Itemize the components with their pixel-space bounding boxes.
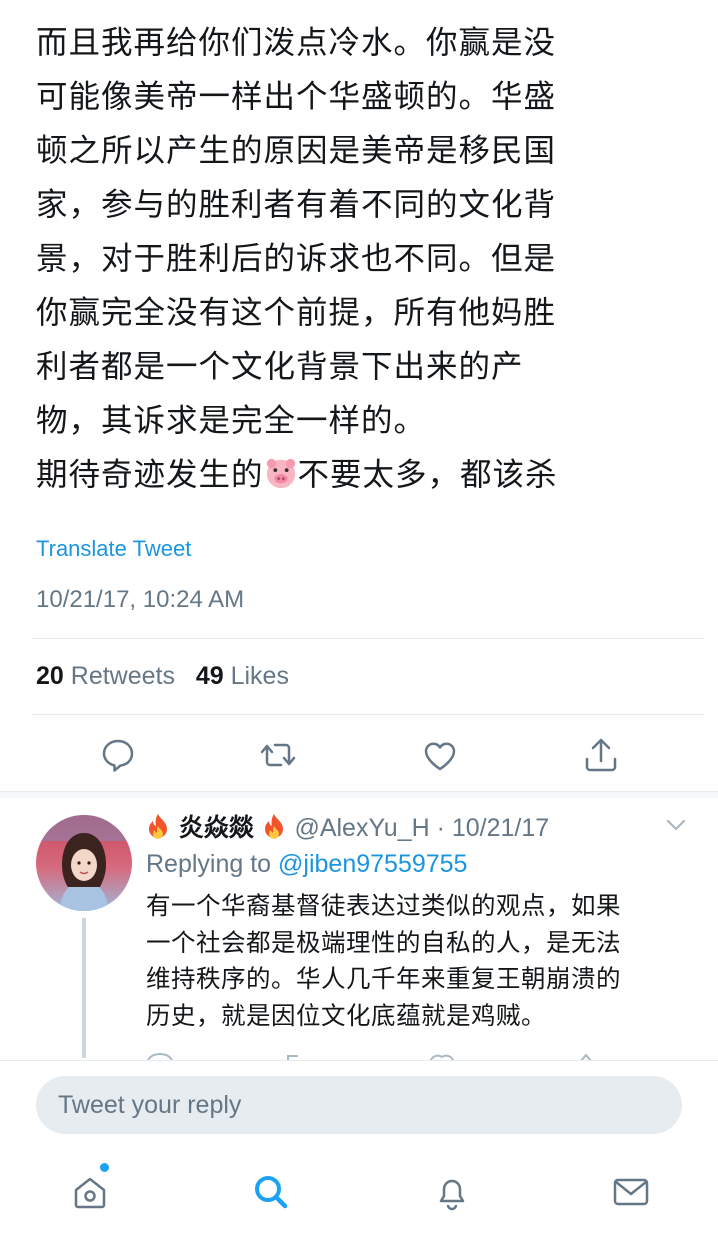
notifications-icon[interactable] (432, 1172, 472, 1212)
thread-line (82, 918, 86, 1058)
reply-line: 维持秩序的。华人几千年来重复王朝崩溃的 (146, 964, 621, 993)
likes-label: Likes (230, 662, 289, 690)
replying-to-handle[interactable]: @jiben97559755 (278, 850, 467, 878)
tweet-line: 顿之所以产生的原因是美帝是移民国 (36, 133, 557, 169)
retweet-icon[interactable] (258, 735, 298, 775)
fire-emoji (265, 814, 284, 839)
tweet-line-last: 期待奇迹发生的 不要太多，都该杀 (36, 457, 558, 493)
tweet-actions (0, 735, 718, 775)
reply-author-name[interactable]: 炎焱燚 (146, 813, 286, 842)
replying-label: Replying to (146, 850, 272, 878)
fire-emoji (149, 814, 167, 839)
pig-face-emoji (266, 458, 295, 489)
avatar-image (36, 815, 132, 911)
translate-tweet-link[interactable]: Translate Tweet (36, 536, 191, 562)
reply-icon[interactable] (98, 735, 138, 775)
reply-header: 炎焱燚 @AlexYu_H · 10/21/17 (146, 808, 549, 844)
reply-avatar[interactable] (36, 815, 132, 911)
messages-icon[interactable] (611, 1172, 651, 1212)
replying-to: Replying to @jiben97559755 (146, 850, 467, 879)
engagement-stats: 20 Retweets 49 Likes (36, 662, 289, 691)
divider (32, 638, 704, 639)
tweet-line: 你赢完全没有这个前提，所有他妈胜 (36, 295, 557, 331)
reply-line: 历史，就是因位文化底蕴就是鸡贼。 (146, 1000, 546, 1030)
reply-handle-date[interactable]: @AlexYu_H · 10/21/17 (294, 814, 549, 842)
tweet-line: 可能像美帝一样出个华盛顿的。华盛 (36, 79, 557, 115)
retweets-label: Retweets (70, 662, 175, 690)
section-separator (0, 791, 718, 798)
divider (32, 714, 704, 715)
reply-line: 有一个华裔基督徒表达过类似的观点，如果 (146, 891, 621, 920)
likes-count: 49 (195, 662, 224, 690)
retweets-count: 20 (36, 662, 64, 690)
tweet-text: 而且我再给你们泼点冷水。你赢是没 可能像美帝一样出个华盛顿的。华盛 顿之所以产生… (36, 16, 686, 502)
likes-stat[interactable]: 49 Likes (196, 662, 289, 690)
tweet-line: 而且我再给你们泼点冷水。你赢是没 (36, 25, 557, 61)
home-icon[interactable] (70, 1172, 110, 1212)
tweet-line: 家，参与的胜利者有着不同的文化背 (36, 187, 557, 223)
tweet-line: 物，其诉求是完全一样的。 (36, 403, 427, 439)
retweets-stat[interactable]: 20 Retweets (36, 662, 175, 690)
home-notification-dot (100, 1163, 109, 1172)
tweet-line: 景，对于胜利后的诉求也不同。但是 (36, 241, 557, 277)
chevron-down-icon[interactable] (664, 815, 688, 835)
tweet-line: 利者都是一个文化背景下出来的产 (36, 349, 524, 385)
share-icon[interactable] (581, 735, 621, 775)
tweet-timestamp: 10/21/17, 10:24 AM (36, 586, 245, 613)
reply-line: 一个社会都是极端理性的自私的人，是无法 (146, 927, 621, 957)
like-icon[interactable] (420, 735, 460, 775)
reply-text: 有一个华裔基督徒表达过类似的观点，如果 一个社会都是极端理性的自私的人，是无法 … (146, 888, 696, 1034)
search-icon[interactable] (251, 1172, 291, 1212)
reply-input[interactable]: Tweet your reply (36, 1076, 682, 1134)
